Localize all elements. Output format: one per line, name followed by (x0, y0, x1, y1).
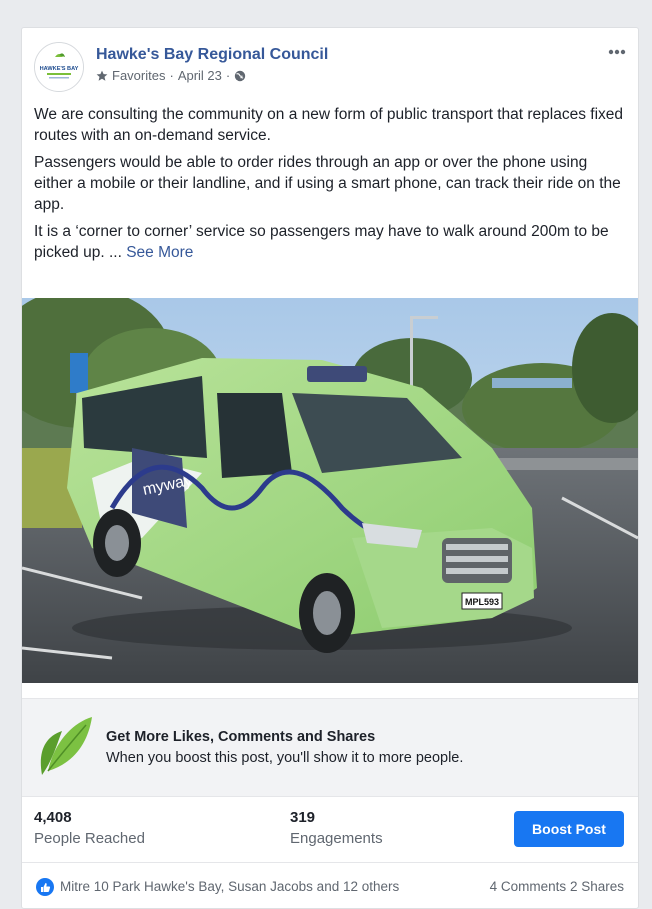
post-paragraph: Passengers would be able to order rides … (34, 154, 621, 213)
post-paragraph-text: It is a ‘corner to corner’ service so pa… (34, 223, 609, 261)
reactors-link[interactable]: Mitre 10 Park Hawke's Bay, Susan Jacobs … (60, 879, 399, 894)
engagements-stat[interactable]: 319 Engagements (290, 809, 383, 847)
people-reached-value: 4,408 (34, 809, 72, 826)
boost-promo-title: Get More Likes, Comments and Shares (106, 729, 376, 745)
boost-promo-subtitle: When you boost this post, you'll show it… (106, 750, 464, 766)
post-insights: 4,408 People Reached 319 Engagements Boo… (22, 795, 638, 861)
post-header: HAWKE'S BAY Hawke's Bay Regional Council… (34, 42, 626, 92)
meta-separator: · (225, 68, 231, 83)
shares-count-link[interactable]: 2 Shares (570, 879, 624, 894)
boost-post-button[interactable]: Boost Post (514, 811, 624, 847)
post-meta: Favorites · April 23 · (96, 68, 246, 83)
like-reaction-icon[interactable] (36, 878, 54, 896)
people-reached-stat[interactable]: 4,408 People Reached (34, 809, 145, 847)
reactions-bar: Mitre 10 Park Hawke's Bay, Susan Jacobs … (22, 862, 638, 908)
leaf-icon (40, 717, 92, 775)
post-paragraph: We are consulting the community on a new… (34, 106, 624, 144)
more-options-button[interactable] (608, 42, 626, 56)
license-plate-text: MPL593 (465, 597, 499, 607)
van-photo: myway MPL593 (22, 298, 638, 683)
comments-count-link[interactable]: 4 Comments (490, 879, 567, 894)
page-avatar[interactable]: HAWKE'S BAY (34, 42, 84, 92)
boost-promo-banner: Get More Likes, Comments and Shares When… (22, 698, 638, 797)
engagements-label: Engagements (290, 830, 383, 847)
thumbs-up-icon (40, 882, 50, 892)
post-card: HAWKE'S BAY Hawke's Bay Regional Council… (21, 27, 639, 909)
post-date-link[interactable]: April 23 (178, 68, 222, 83)
council-logo-icon: HAWKE'S BAY (35, 43, 83, 91)
people-reached-label: People Reached (34, 830, 145, 847)
post-paragraph: It is a ‘corner to corner’ service so pa… (34, 221, 626, 263)
page-name-link[interactable]: Hawke's Bay Regional Council (96, 46, 328, 64)
star-icon (96, 70, 108, 81)
avatar-logo-text: HAWKE'S BAY (40, 66, 79, 72)
more-dots-icon (608, 49, 626, 55)
globe-icon[interactable] (234, 70, 246, 82)
post-photo[interactable]: myway MPL593 (22, 298, 638, 683)
see-more-link[interactable]: See More (126, 244, 193, 261)
favorites-label: Favorites (112, 68, 166, 83)
engagement-counts: 4 Comments 2 Shares (490, 879, 624, 894)
meta-separator: · (169, 68, 174, 83)
post-text: We are consulting the community on a new… (34, 104, 626, 269)
engagements-value: 319 (290, 809, 316, 826)
